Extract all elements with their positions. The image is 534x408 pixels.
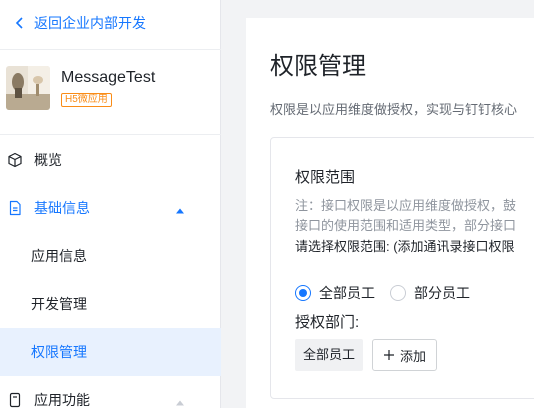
scope-radio-group: 全部员工 部分员工	[295, 283, 485, 303]
nav-item-dev-manage[interactable]: 开发管理	[0, 280, 221, 328]
app-thumbnail	[6, 66, 50, 110]
app-features-icon	[7, 392, 23, 408]
app-card: MessageTest H5微应用	[6, 66, 155, 110]
back-link-label: 返回企业内部开发	[34, 15, 146, 31]
nav-item-label: 权限管理	[31, 344, 87, 360]
document-icon	[7, 200, 23, 216]
chevron-left-icon	[12, 15, 28, 31]
permission-note: 注：接口权限是以应用维度做授权，鼓 接口的使用范围和适用类型，部分接口	[295, 196, 516, 236]
add-button-label: 添加	[400, 348, 427, 364]
scope-instruction: 请选择权限范围: (添加通讯录接口权限	[295, 239, 515, 254]
page-description: 权限是以应用维度做授权，实现与钉钉核心	[270, 102, 518, 117]
nav-item-label: 开发管理	[31, 296, 87, 312]
nav-item-label: 基础信息	[34, 200, 90, 216]
cube-icon	[7, 152, 23, 168]
nav-group-basic-info[interactable]: 基础信息	[0, 184, 221, 232]
nav-group-app-features[interactable]: 应用功能	[0, 376, 221, 408]
nav-item-label: 应用功能	[34, 392, 90, 408]
nav-item-app-info[interactable]: 应用信息	[0, 232, 221, 280]
permission-scope-card: 权限范围 注：接口权限是以应用维度做授权，鼓 接口的使用范围和适用类型，部分接口…	[270, 137, 534, 399]
radio-partial-employees[interactable]: 部分员工	[390, 283, 470, 303]
nav-item-label: 概览	[34, 152, 62, 168]
radio-checked-icon	[295, 285, 311, 301]
authorized-dept-label: 授权部门:	[295, 314, 360, 331]
caret-up-icon	[175, 203, 185, 214]
main-panel: 权限管理 权限是以应用维度做授权，实现与钉钉核心 权限范围 注：接口权限是以应用…	[246, 18, 534, 408]
caret-up-icon	[175, 395, 185, 406]
nav-item-overview[interactable]: 概览	[0, 136, 221, 184]
add-dept-button[interactable]: 添加	[372, 339, 438, 371]
sidebar: 返回企业内部开发 MessageTest H5微应用 概览 基础信息 应用信息 …	[0, 0, 221, 408]
back-link[interactable]: 返回企业内部开发	[12, 12, 146, 34]
plus-icon	[383, 349, 395, 361]
note-line: 接口的使用范围和适用类型，部分接口	[295, 218, 517, 233]
card-title: 权限范围	[295, 169, 356, 186]
note-line: 注：接口权限是以应用维度做授权，鼓	[295, 198, 517, 213]
nav-item-permission-manage[interactable]: 权限管理	[0, 328, 221, 376]
nav-item-label: 应用信息	[31, 248, 87, 264]
radio-label: 部分员工	[414, 285, 470, 301]
radio-label: 全部员工	[319, 285, 375, 301]
divider	[0, 134, 221, 135]
page-title: 权限管理	[270, 53, 366, 80]
app-type-badge: H5微应用	[61, 93, 112, 107]
app-name: MessageTest	[61, 69, 156, 86]
radio-all-employees[interactable]: 全部员工	[295, 283, 375, 303]
dept-chip: 全部员工	[295, 339, 364, 371]
divider	[0, 49, 221, 50]
radio-unchecked-icon	[390, 285, 406, 301]
